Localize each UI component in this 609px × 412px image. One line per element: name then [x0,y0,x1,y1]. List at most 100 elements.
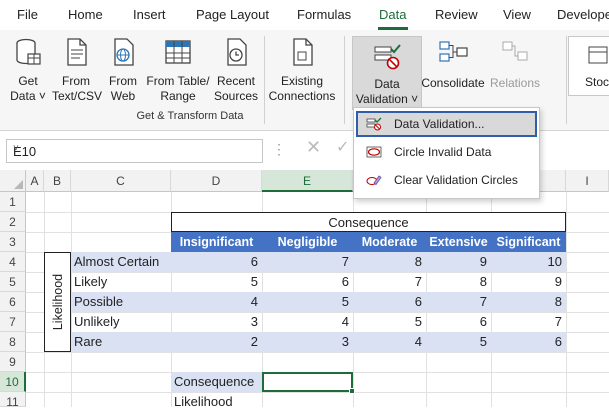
selected-cell-e10[interactable] [262,372,353,392]
recent-sources-label-1: Recent [216,74,256,88]
matrix-cell[interactable]: 10 [491,252,566,272]
stocks-icon [588,46,608,64]
row-header-3[interactable]: 3 [0,232,26,252]
likelihood-level-cell[interactable]: Almost Certain [71,252,171,272]
matrix-cell[interactable]: 5 [171,272,262,292]
tab-file[interactable]: File [17,7,38,22]
matrix-cell[interactable]: 7 [353,272,426,292]
cancel-icon[interactable]: ✕ [306,137,321,158]
matrix-cell[interactable]: 6 [262,272,353,292]
tab-developer[interactable]: Develope [557,7,609,22]
get-data-button[interactable]: Get Data ˅ [6,36,50,108]
matrix-cell[interactable]: 2 [171,332,262,352]
matrix-cell[interactable]: 5 [426,332,491,352]
row-header-10[interactable]: 10 [0,372,26,392]
tab-page-layout[interactable]: Page Layout [196,7,269,22]
consequence-title-cell[interactable]: Consequence [171,212,566,232]
from-table-range-button[interactable]: From Table/Range [145,36,211,108]
row-header-2[interactable]: 2 [0,212,26,232]
input-likelihood-label[interactable]: Likelihood [171,392,262,407]
name-box[interactable]: E10 ˅ [6,139,263,163]
relations-button[interactable]: Relations [487,36,543,108]
row-header-7[interactable]: 7 [0,312,26,332]
matrix-cell[interactable]: 8 [353,252,426,272]
connections-file-icon [293,38,313,66]
row-header-4[interactable]: 4 [0,252,26,272]
database-icon [16,38,41,65]
matrix-cell[interactable]: 4 [262,312,353,332]
enter-icon[interactable]: ✓ [336,137,349,157]
menu-item-data-validation[interactable]: Data Validation... [356,111,537,137]
recent-sources-button[interactable]: Recent Sources [212,36,260,108]
more-options-icon[interactable]: ⋮ [272,141,287,158]
likelihood-level-cell[interactable]: Rare [71,332,171,352]
consequence-header-cell[interactable]: Moderate [353,232,426,252]
column-header-b[interactable]: B [44,170,71,192]
matrix-cell[interactable]: 6 [353,292,426,312]
worksheet-grid[interactable]: A B C D E F G H I 1 2 3 4 5 6 7 8 9 10 1… [0,170,609,409]
data-validation-button[interactable]: Data Validation ˅ [352,36,422,110]
matrix-cell[interactable]: 8 [426,272,491,292]
gridline [26,392,609,393]
consolidate-icon [439,41,468,62]
likelihood-level-cell[interactable]: Unlikely [71,312,171,332]
menu-item-clear-validation-circles[interactable]: Clear Validation Circles [356,167,537,193]
matrix-cell[interactable]: 9 [491,272,566,292]
from-text-label-2: Text/CSV [52,89,103,103]
likelihood-label-cell[interactable]: Likelihood [44,252,71,352]
consolidate-button[interactable]: Consolidate [421,36,485,108]
matrix-cell[interactable]: 3 [262,332,353,352]
chevron-down-icon[interactable]: ˅ [13,143,256,154]
matrix-cell[interactable]: 4 [353,332,426,352]
matrix-cell[interactable]: 7 [262,252,353,272]
matrix-cell[interactable]: 6 [171,252,262,272]
input-consequence-label[interactable]: Consequence [171,372,262,392]
consequence-header-cell[interactable]: Insignificant [171,232,262,252]
matrix-cell[interactable]: 7 [426,292,491,312]
matrix-cell[interactable]: 7 [491,312,566,332]
matrix-cell[interactable]: 3 [171,312,262,332]
row-header-8[interactable]: 8 [0,332,26,352]
column-header-a[interactable]: A [26,170,44,192]
text-file-icon [67,38,87,66]
row-header-9[interactable]: 9 [0,352,26,372]
existing-connections-button[interactable]: Existing Connections [266,36,338,108]
web-file-icon [114,38,134,66]
column-header-i[interactable]: I [566,170,609,192]
matrix-cell[interactable]: 5 [262,292,353,312]
get-data-label-1: Get [18,74,38,88]
matrix-cell[interactable]: 6 [426,312,491,332]
matrix-cell[interactable]: 5 [353,312,426,332]
from-web-button[interactable]: From Web [102,36,144,108]
column-header-c[interactable]: C [71,170,171,192]
fill-handle[interactable] [349,388,355,394]
likelihood-level-cell[interactable]: Likely [71,272,171,292]
relations-label: Relations [489,76,541,90]
existing-connections-label-1: Existing [280,74,324,88]
tab-insert[interactable]: Insert [133,7,166,22]
tab-home[interactable]: Home [68,7,103,22]
column-header-d[interactable]: D [171,170,262,192]
menu-item-circle-invalid-data[interactable]: Circle Invalid Data [356,139,537,165]
likelihood-level-cell[interactable]: Possible [71,292,171,312]
tab-data[interactable]: Data [379,7,406,22]
matrix-cell[interactable]: 6 [491,332,566,352]
row-header-5[interactable]: 5 [0,272,26,292]
matrix-cell[interactable]: 8 [491,292,566,312]
consequence-header-cell[interactable]: Extensive [426,232,491,252]
consequence-header-cell[interactable]: Negligible [262,232,353,252]
row-header-11[interactable]: 11 [0,392,26,409]
tab-view[interactable]: View [503,7,531,22]
tab-formulas[interactable]: Formulas [297,7,351,22]
column-header-e[interactable]: E [262,170,353,192]
row-header-1[interactable]: 1 [0,192,26,212]
data-validation-label-2: Validation ˅ [355,92,419,106]
data-validation-menu: Data Validation... Circle Invalid Data C… [353,107,540,199]
matrix-cell[interactable]: 4 [171,292,262,312]
matrix-cell[interactable]: 9 [426,252,491,272]
stocks-data-type-button[interactable]: Stoc [568,36,609,96]
from-text-csv-button[interactable]: From Text/CSV [52,36,103,108]
tab-review[interactable]: Review [435,7,478,22]
consequence-header-cell[interactable]: Significant [491,232,566,252]
row-header-6[interactable]: 6 [0,292,26,312]
